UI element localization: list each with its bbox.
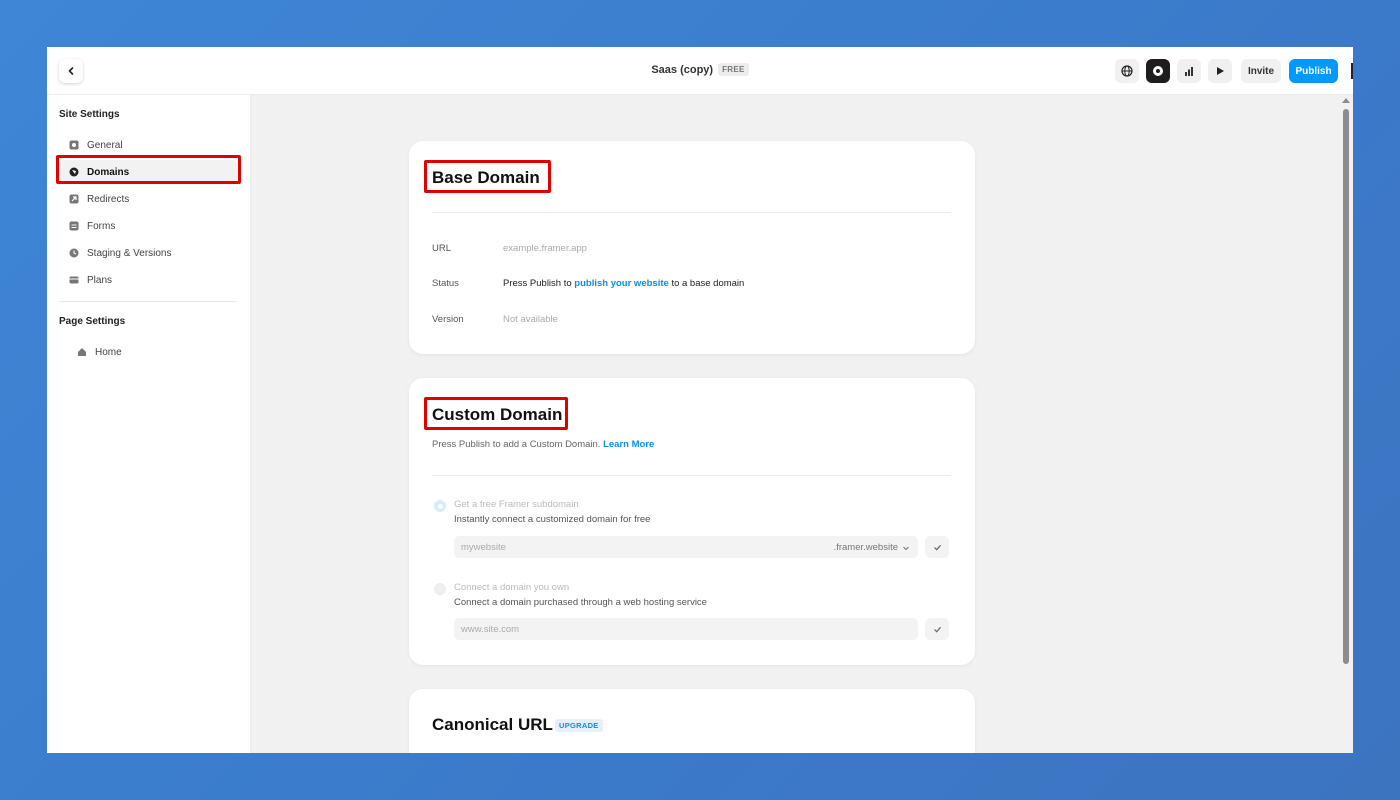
- site-settings-button[interactable]: [1146, 59, 1170, 83]
- custom-domain-card: Custom Domain Press Publish to add a Cus…: [409, 378, 975, 665]
- sidebar-item-label: Home: [95, 346, 122, 358]
- sidebar-item-home[interactable]: Home: [59, 340, 237, 364]
- preview-button[interactable]: [1208, 59, 1232, 83]
- invite-button[interactable]: Invite: [1241, 59, 1281, 83]
- sidebar-item-redirects[interactable]: Redirects: [59, 187, 237, 211]
- own-domain-title: Connect a domain you own: [454, 582, 570, 593]
- sidebar-item-plans[interactable]: Plans: [59, 268, 237, 292]
- plan-badge: FREE: [718, 63, 749, 76]
- url-label: URL: [432, 243, 452, 254]
- scroll-up-arrow-icon[interactable]: [1342, 98, 1350, 103]
- domain-suffix-value: .framer.website: [833, 542, 898, 553]
- description-text: Press Publish to add a Custom Domain.: [432, 439, 601, 450]
- check-icon: [933, 626, 941, 633]
- subdomain-input[interactable]: mywebsite .framer.website: [454, 536, 918, 558]
- check-icon: [933, 544, 941, 551]
- own-domain-description: Connect a domain purchased through a web…: [454, 597, 707, 608]
- main-content: Base Domain URL example.framer.app Statu…: [251, 95, 1339, 753]
- publish-website-link[interactable]: publish your website: [574, 278, 669, 289]
- sidebar-item-general[interactable]: General: [59, 133, 237, 157]
- status-prefix: Press Publish to: [503, 278, 572, 289]
- base-domain-card: Base Domain URL example.framer.app Statu…: [409, 141, 975, 354]
- forms-icon: [69, 221, 79, 231]
- sidebar-item-staging-versions[interactable]: Staging & Versions: [59, 241, 237, 265]
- version-value: Not available: [503, 314, 558, 325]
- scrollbar[interactable]: [1339, 95, 1353, 753]
- card-divider: [432, 475, 951, 476]
- sidebar-item-label: Plans: [87, 274, 113, 286]
- sidebar-item-forms[interactable]: Forms: [59, 214, 237, 238]
- domains-icon: [69, 167, 79, 177]
- own-domain-placeholder: www.site.com: [461, 623, 520, 635]
- clock-icon: [69, 248, 79, 258]
- window-edge: [1351, 63, 1353, 79]
- version-label: Version: [432, 314, 464, 325]
- scrollbar-thumb[interactable]: [1343, 109, 1349, 664]
- sidebar-item-domains[interactable]: Domains: [59, 160, 237, 184]
- sidebar-item-label: General: [87, 139, 123, 151]
- card-icon: [69, 275, 79, 285]
- free-subdomain-radio[interactable]: [434, 500, 446, 512]
- learn-more-link[interactable]: Learn More: [603, 439, 654, 450]
- status-label: Status: [432, 278, 459, 289]
- sidebar: Site Settings General Domains Redirects …: [47, 95, 251, 753]
- top-bar: Saas (copy) FREE Invite Publish: [47, 47, 1353, 95]
- redirect-icon: [69, 194, 79, 204]
- site-settings-title: Site Settings: [59, 109, 120, 120]
- globe-button[interactable]: [1115, 59, 1139, 83]
- base-domain-title: Base Domain: [432, 168, 540, 187]
- sidebar-item-label: Redirects: [87, 193, 130, 205]
- url-value: example.framer.app: [503, 243, 587, 254]
- sidebar-divider: [59, 301, 237, 302]
- sidebar-item-label: Forms: [87, 220, 116, 232]
- settings-icon: [69, 140, 79, 150]
- custom-domain-title: Custom Domain: [432, 405, 563, 424]
- chevron-down-icon: [903, 546, 909, 550]
- status-value: Press Publish to publish your website to…: [503, 278, 744, 289]
- app-window: Saas (copy) FREE Invite Publish Site Sett…: [47, 47, 1353, 753]
- home-icon: [77, 347, 87, 357]
- custom-domain-description: Press Publish to add a Custom Domain. Le…: [432, 439, 654, 450]
- settings-icon: [1153, 66, 1163, 76]
- canonical-url-title: Canonical URL: [432, 715, 553, 734]
- upgrade-badge[interactable]: UPGRADE: [555, 719, 603, 732]
- sidebar-item-label: Domains: [87, 166, 130, 178]
- sidebar-item-label: Staging & Versions: [87, 247, 172, 259]
- analytics-button[interactable]: [1177, 59, 1201, 83]
- confirm-subdomain-button[interactable]: [925, 536, 949, 558]
- page-settings-title: Page Settings: [59, 316, 126, 327]
- status-suffix: to a base domain: [671, 278, 745, 289]
- confirm-own-domain-button[interactable]: [925, 618, 949, 640]
- card-divider: [432, 212, 951, 213]
- free-subdomain-description: Instantly connect a customized domain fo…: [454, 514, 651, 525]
- project-name: Saas (copy): [651, 64, 714, 76]
- free-subdomain-title: Get a free Framer subdomain: [454, 499, 579, 510]
- domain-suffix-select[interactable]: .framer.website: [834, 542, 910, 553]
- publish-button[interactable]: Publish: [1289, 59, 1338, 83]
- globe-icon: [1121, 65, 1133, 77]
- own-domain-radio[interactable]: [434, 583, 446, 595]
- play-icon: [1217, 67, 1224, 75]
- own-domain-input[interactable]: www.site.com: [454, 618, 918, 640]
- subdomain-placeholder: mywebsite: [461, 541, 506, 553]
- canonical-url-card: Canonical URL UPGRADE: [409, 689, 975, 753]
- bar-chart-icon: [1185, 67, 1193, 76]
